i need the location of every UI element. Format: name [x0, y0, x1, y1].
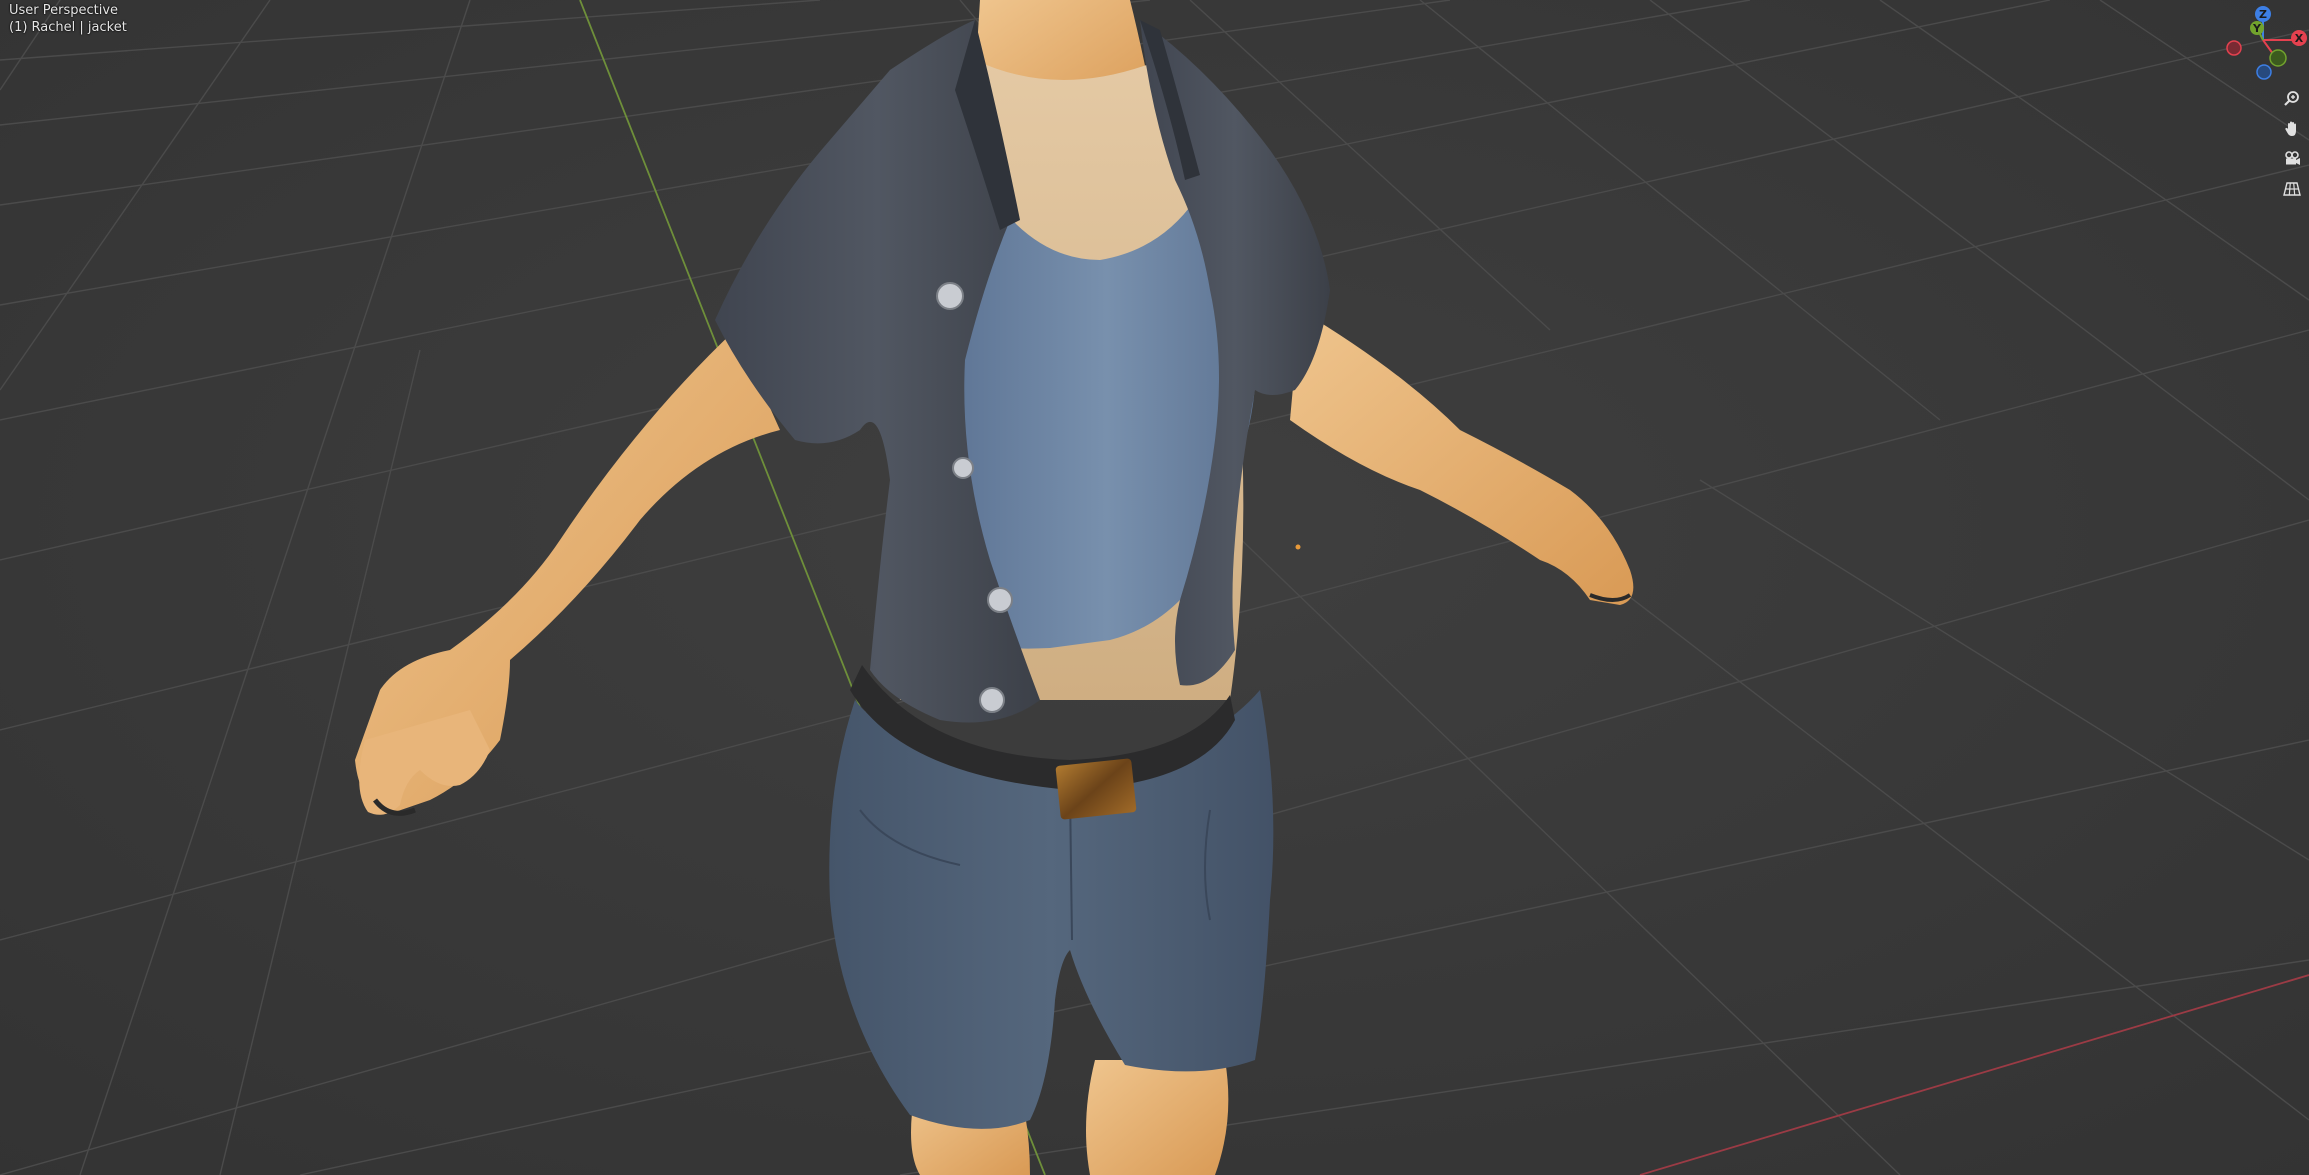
active-object-label: (1) Rachel | jacket — [9, 20, 127, 35]
jacket-button — [936, 282, 964, 310]
magnifier-icon — [2284, 91, 2299, 106]
jacket-button — [979, 687, 1005, 713]
axis-x-label: X — [2295, 32, 2304, 45]
axis-z-negative-icon[interactable] — [2256, 64, 2272, 80]
zoom-button[interactable] — [2279, 86, 2305, 112]
pan-button[interactable] — [2279, 116, 2305, 142]
origin-marker — [1295, 544, 1301, 550]
navigation-gizmo[interactable]: X Y Z — [2220, 0, 2309, 80]
camera-view-button[interactable] — [2279, 146, 2305, 172]
3d-viewport[interactable]: User Perspective (1) Rachel | jacket X Y… — [0, 0, 2309, 1175]
right-leg — [1086, 1060, 1229, 1175]
belt-buckle — [1055, 758, 1137, 820]
toggle-perspective-button[interactable] — [2279, 176, 2305, 202]
axis-x-negative-icon[interactable] — [2226, 40, 2242, 56]
viewport-scene[interactable] — [0, 0, 2309, 1175]
jacket-button — [952, 457, 974, 479]
view-perspective-label: User Perspective — [9, 3, 119, 18]
axis-y-label: Y — [2252, 22, 2262, 35]
camera-icon — [2285, 151, 2300, 165]
hand-icon — [2285, 121, 2296, 136]
grid-icon — [2283, 182, 2301, 196]
axis-z-label: Z — [2259, 8, 2267, 21]
axis-y-negative-icon[interactable] — [2269, 49, 2287, 67]
jacket-button — [987, 587, 1013, 613]
